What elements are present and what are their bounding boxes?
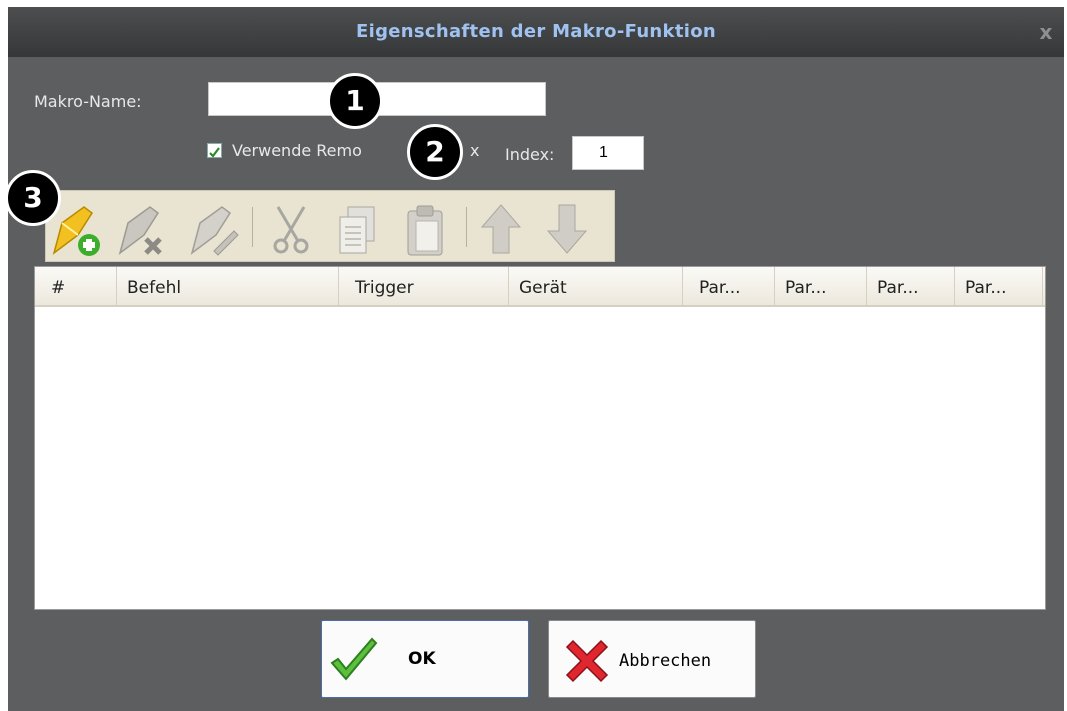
toolbar-separator	[466, 207, 467, 247]
column-header-param-3[interactable]: Par...	[867, 267, 955, 305]
callout-marker-3: 3	[5, 170, 61, 226]
cut-button[interactable]	[264, 201, 318, 257]
commands-table[interactable]: # Befehl Trigger Gerät Par... Par... Par…	[34, 266, 1046, 610]
arrow-down-icon	[546, 204, 588, 254]
index-label: Index:	[505, 145, 555, 164]
callout-marker-2: 2	[407, 124, 463, 180]
close-icon	[565, 639, 609, 683]
copy-icon	[339, 206, 375, 254]
wand-delete-icon	[118, 206, 162, 255]
macro-name-label: Makro-Name:	[34, 92, 142, 111]
toolbar-separator	[252, 207, 253, 247]
checkmark-icon	[209, 147, 220, 158]
delete-command-button[interactable]	[114, 201, 168, 257]
move-up-button[interactable]	[474, 201, 528, 257]
column-header-param-4[interactable]: Par...	[955, 267, 1043, 305]
index-input[interactable]	[572, 136, 644, 170]
checkmark-icon	[330, 637, 378, 681]
wand-edit-icon	[190, 206, 239, 256]
use-remote-label: Verwende Remo	[232, 141, 362, 160]
column-header-param-2[interactable]: Par...	[775, 267, 867, 305]
cancel-button[interactable]: Abbrechen	[548, 620, 756, 698]
dialog-title: Eigenschaften der Makro-Funktion	[356, 21, 716, 42]
scissors-icon	[273, 206, 309, 254]
ok-button-label: OK	[408, 649, 436, 669]
cancel-button-label: Abbrechen	[619, 651, 712, 671]
edit-command-button[interactable]	[186, 201, 240, 257]
paste-button[interactable]	[398, 201, 452, 257]
column-header-device[interactable]: Gerät	[509, 267, 683, 305]
column-header-command[interactable]: Befehl	[117, 267, 339, 305]
table-header: # Befehl Trigger Gerät Par... Par... Par…	[35, 267, 1045, 307]
command-toolbar	[45, 190, 615, 262]
close-button[interactable]: x	[1034, 20, 1058, 44]
title-bar: Eigenschaften der Makro-Funktion x	[8, 7, 1064, 57]
column-header-number[interactable]: #	[35, 267, 117, 305]
use-remote-checkbox[interactable]	[207, 143, 222, 158]
copy-button[interactable]	[332, 201, 386, 257]
macro-properties-dialog: Eigenschaften der Makro-Funktion x Makro…	[8, 7, 1064, 711]
ok-button[interactable]: OK	[321, 620, 529, 698]
paste-icon	[407, 205, 443, 256]
move-down-button[interactable]	[540, 201, 594, 257]
column-header-trigger[interactable]: Trigger	[339, 267, 509, 305]
arrow-up-icon	[480, 204, 522, 254]
use-remote-label-tail: x	[470, 141, 480, 160]
column-header-param-1[interactable]: Par...	[683, 267, 775, 305]
callout-marker-1: 1	[327, 73, 383, 129]
